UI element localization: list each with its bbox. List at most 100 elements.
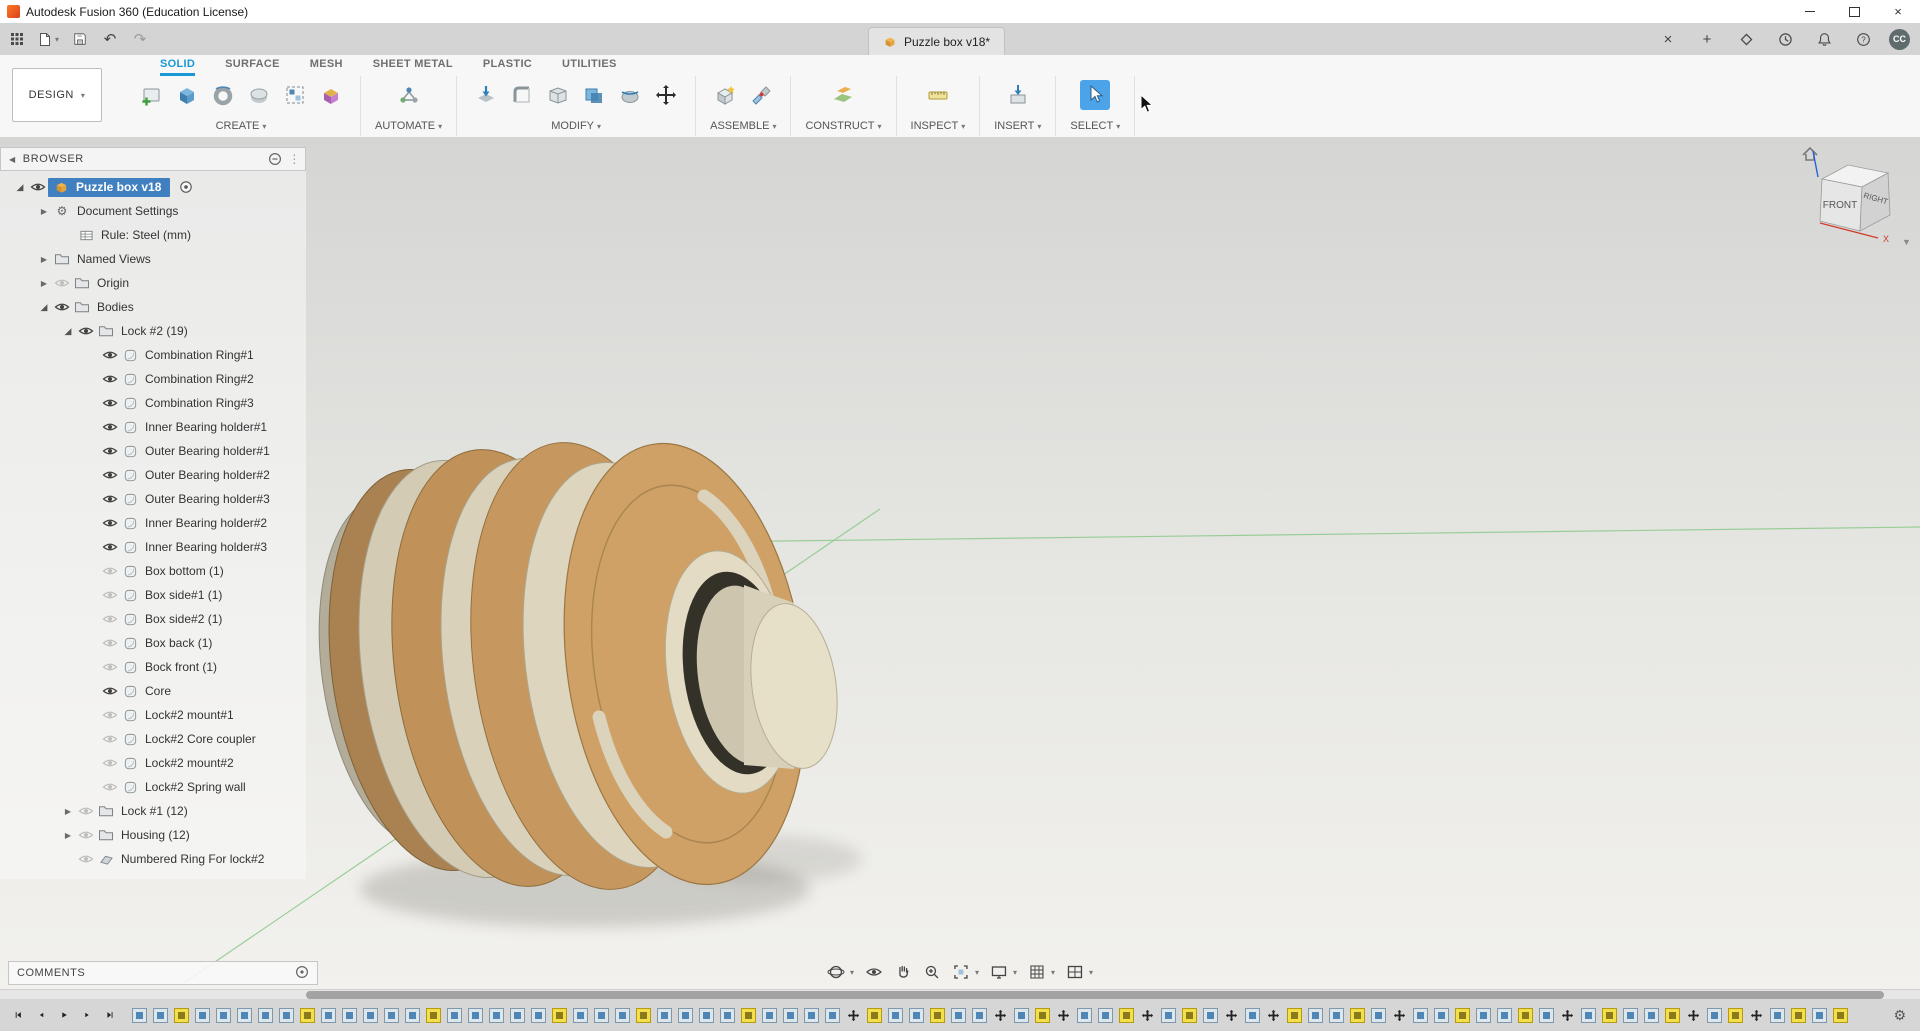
timeline-feature-icon[interactable] [1812,1008,1827,1023]
timeline-feature-highlighted-icon[interactable] [1791,1008,1806,1023]
visibility-eye-icon[interactable] [100,661,120,673]
timeline-feature-icon[interactable] [678,1008,693,1023]
expand-arrow-icon[interactable]: ▶ [36,207,52,216]
visibility-eye-icon[interactable] [100,469,120,481]
browser-row[interactable]: Box side#2 (1) [0,607,306,631]
tool-derive-icon[interactable] [316,80,346,110]
timeline-feature-icon[interactable] [405,1008,420,1023]
tool-combine-icon[interactable] [579,80,609,110]
timeline-feature-highlighted-icon[interactable] [1665,1008,1680,1023]
tool-automate-icon[interactable] [394,80,424,110]
tool-measure-icon[interactable] [923,80,953,110]
group-menu-modify[interactable]: MODIFY▾ [551,120,601,132]
tool-joint-icon[interactable] [746,80,776,110]
tool-move-icon[interactable] [651,80,681,110]
timeline-feature-icon[interactable] [1098,1008,1113,1023]
tool-pattern-icon[interactable] [280,80,310,110]
visibility-eye-icon[interactable] [100,421,120,433]
look-at-button[interactable] [862,960,886,984]
browser-row[interactable]: ◢Bodies [0,295,306,319]
timeline-feature-icon[interactable] [573,1008,588,1023]
timeline-move-feature-icon[interactable] [993,1008,1008,1023]
timeline-feature-highlighted-icon[interactable] [1455,1008,1470,1023]
step-back-button[interactable] [31,1005,51,1025]
group-menu-select[interactable]: SELECT▾ [1070,120,1120,132]
timeline-move-feature-icon[interactable] [1560,1008,1575,1023]
browser-row[interactable]: Inner Bearing holder#2 [0,511,306,535]
visibility-eye-icon[interactable] [76,325,96,337]
browser-header[interactable]: ◀ BROWSER ⋮ [0,147,306,171]
visibility-eye-icon[interactable] [52,301,72,313]
expand-arrow-icon[interactable]: ◢ [36,302,52,313]
expand-arrow-icon[interactable]: ▶ [36,255,52,264]
view-cube[interactable]: FRONT RIGHT X ▼ [1770,139,1920,259]
timeline-feature-icon[interactable] [909,1008,924,1023]
step-forward-button[interactable] [77,1005,97,1025]
expand-arrow-icon[interactable]: ◢ [60,326,76,337]
browser-row[interactable]: Box side#1 (1) [0,583,306,607]
timeline-move-feature-icon[interactable] [1056,1008,1071,1023]
browser-row[interactable]: Outer Bearing holder#1 [0,439,306,463]
timeline-feature-icon[interactable] [1581,1008,1596,1023]
timeline-feature-icon[interactable] [1497,1008,1512,1023]
visibility-eye-icon[interactable] [100,637,120,649]
browser-row[interactable]: Outer Bearing holder#3 [0,487,306,511]
timeline-feature-highlighted-icon[interactable] [867,1008,882,1023]
timeline-feature-highlighted-icon[interactable] [1728,1008,1743,1023]
browser-row[interactable]: Rule: Steel (mm) [0,223,306,247]
visibility-eye-icon[interactable] [76,805,96,817]
timeline-feature-icon[interactable] [1245,1008,1260,1023]
timeline-feature-icon[interactable] [1434,1008,1449,1023]
visibility-eye-icon[interactable] [100,493,120,505]
timeline-feature-icon[interactable] [195,1008,210,1023]
viewports-button[interactable]: ▾ [1063,960,1096,984]
visibility-eye-icon[interactable] [100,757,120,769]
timeline-settings-icon[interactable]: ⚙ [1893,1007,1906,1024]
play-button[interactable] [54,1005,74,1025]
timeline-feature-icon[interactable] [363,1008,378,1023]
browser-row[interactable]: Bock front (1) [0,655,306,679]
visibility-eye-icon[interactable] [100,685,120,697]
visibility-eye-icon[interactable] [100,541,120,553]
grid-settings-button[interactable]: ▾ [1025,960,1058,984]
job-status-button[interactable] [1772,26,1798,52]
browser-row[interactable]: ▶Named Views [0,247,306,271]
browser-row[interactable]: ▶Origin [0,271,306,295]
timeline-feature-icon[interactable] [531,1008,546,1023]
timeline-feature-icon[interactable] [1770,1008,1785,1023]
browser-row[interactable]: Inner Bearing holder#1 [0,415,306,439]
browser-row[interactable]: ▶Housing (12) [0,823,306,847]
timeline-feature-icon[interactable] [468,1008,483,1023]
tool-fillet-icon[interactable] [507,80,537,110]
tool-select-icon[interactable] [1080,80,1110,110]
browser-row[interactable]: ▶Lock #1 (12) [0,799,306,823]
timeline-feature-icon[interactable] [888,1008,903,1023]
timeline-feature-highlighted-icon[interactable] [930,1008,945,1023]
visibility-eye-icon[interactable] [76,829,96,841]
visibility-eye-icon[interactable] [100,373,120,385]
timeline-feature-icon[interactable] [1077,1008,1092,1023]
timeline-feature-icon[interactable] [1308,1008,1323,1023]
browser-row[interactable]: Outer Bearing holder#2 [0,463,306,487]
timeline-feature-icon[interactable] [258,1008,273,1023]
timeline-feature-icon[interactable] [237,1008,252,1023]
tab-utilities[interactable]: UTILITIES [562,58,617,76]
timeline-feature-icon[interactable] [342,1008,357,1023]
tab-plastic[interactable]: PLASTIC [483,58,532,76]
timeline-feature-highlighted-icon[interactable] [1602,1008,1617,1023]
browser-row[interactable]: Lock#2 mount#1 [0,703,306,727]
visibility-eye-icon[interactable] [100,565,120,577]
group-menu-create[interactable]: CREATE▾ [216,120,267,132]
panel-drag-handle[interactable]: ⋮ [288,152,301,166]
timeline-feature-icon[interactable] [1707,1008,1722,1023]
timeline-feature-icon[interactable] [1161,1008,1176,1023]
timeline-feature-icon[interactable] [615,1008,630,1023]
timeline-feature-highlighted-icon[interactable] [552,1008,567,1023]
timeline-feature-icon[interactable] [510,1008,525,1023]
group-menu-assemble[interactable]: ASSEMBLE▾ [710,120,776,132]
browser-row[interactable]: Box bottom (1) [0,559,306,583]
timeline-feature-highlighted-icon[interactable] [1182,1008,1197,1023]
browser-row[interactable]: Lock#2 Core coupler [0,727,306,751]
timeline-feature-icon[interactable] [825,1008,840,1023]
profile-badge[interactable]: CC [1889,29,1910,50]
